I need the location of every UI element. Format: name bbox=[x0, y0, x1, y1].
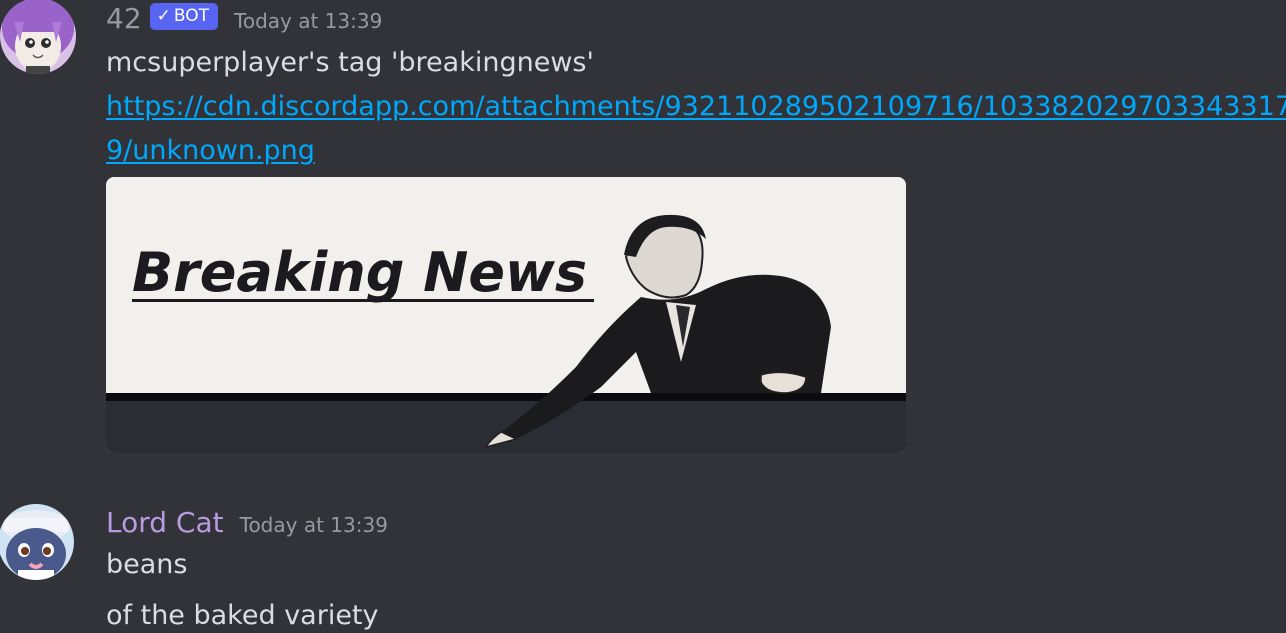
avatar-anime-girl-icon bbox=[0, 0, 76, 74]
timestamp[interactable]: Today at 13:39 bbox=[240, 513, 388, 537]
avatar[interactable] bbox=[0, 0, 76, 74]
bot-badge-label: BOT bbox=[173, 5, 210, 26]
breaking-news-title: Breaking News bbox=[132, 241, 587, 304]
avatar-cat-icon bbox=[0, 504, 74, 580]
avatar[interactable] bbox=[0, 504, 74, 580]
breaking-news-illustration: Breaking News bbox=[106, 177, 906, 453]
message-text: beans bbox=[106, 549, 188, 580]
username[interactable]: 42 bbox=[106, 0, 142, 39]
username[interactable]: Lord Cat bbox=[106, 503, 224, 543]
timestamp[interactable]: Today at 13:39 bbox=[234, 9, 382, 33]
attachment-link-continued[interactable]: 9/unknown.png bbox=[106, 129, 315, 173]
message-header: 42 ✓ BOT Today at 13:39 bbox=[106, 0, 382, 39]
message-header: Lord Cat Today at 13:39 bbox=[106, 503, 388, 543]
attachment-link[interactable]: https://cdn.discordapp.com/attachments/9… bbox=[106, 85, 1286, 129]
chat-messages: 42 ✓ BOT Today at 13:39 mcsuperplayer's … bbox=[0, 0, 1286, 633]
message-text: of the baked variety bbox=[106, 600, 379, 631]
verified-check-icon: ✓ bbox=[156, 5, 171, 26]
message-text: mcsuperplayer's tag 'breakingnews' bbox=[106, 47, 594, 78]
bot-badge: ✓ BOT bbox=[149, 2, 219, 30]
breaking-news-image[interactable]: Breaking News bbox=[106, 177, 906, 453]
